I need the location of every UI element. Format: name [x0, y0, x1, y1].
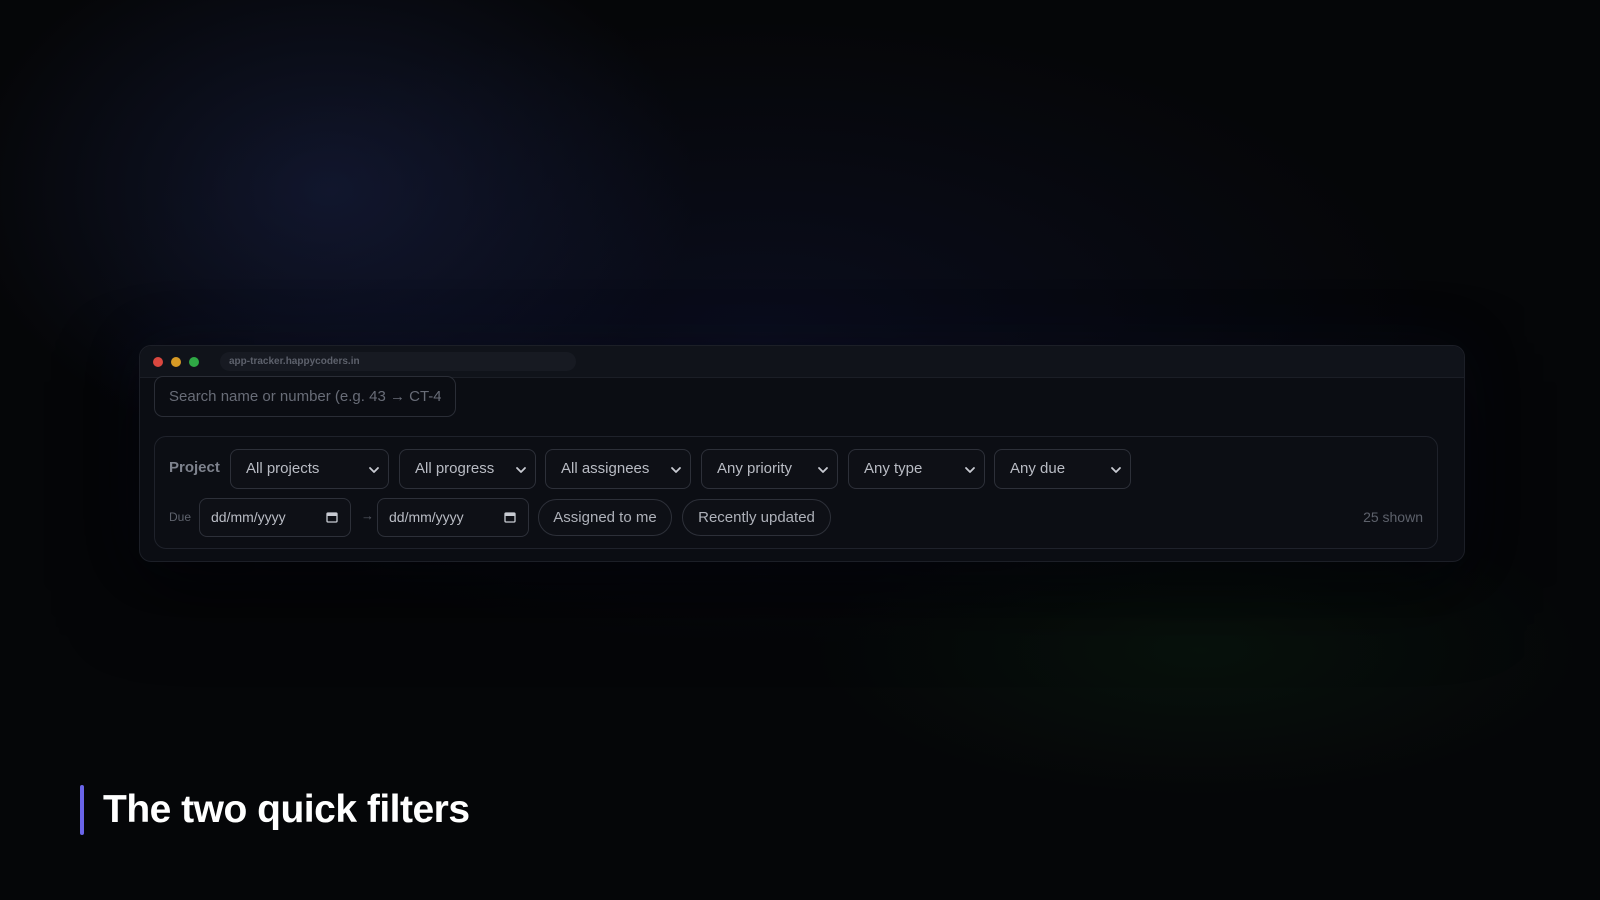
priority-select-value: Any priority: [717, 460, 793, 477]
project-select[interactable]: All projects: [230, 449, 389, 489]
calendar-icon[interactable]: [326, 511, 338, 523]
caption-accent-bar: [80, 785, 84, 835]
priority-select[interactable]: Any priority: [701, 449, 838, 489]
search-input[interactable]: [154, 376, 456, 417]
due-label: Due: [169, 510, 192, 524]
maximize-window-dot[interactable]: [189, 357, 199, 367]
due-to-date-value: dd/mm/yyyy: [389, 509, 464, 525]
project-select-value: All projects: [246, 460, 320, 477]
address-bar[interactable]: app-tracker.happycoders.in: [220, 352, 576, 371]
filter-panel: Project All projects All progress All as…: [154, 436, 1438, 549]
due-select[interactable]: Any due: [994, 449, 1131, 489]
type-select[interactable]: Any type: [848, 449, 985, 489]
date-range-arrow: →: [361, 508, 374, 523]
assignee-select-value: All assignees: [561, 460, 650, 477]
chevron-down-icon: [1111, 467, 1121, 473]
chevron-down-icon: [818, 467, 828, 473]
due-from-date-value: dd/mm/yyyy: [211, 509, 286, 525]
calendar-icon[interactable]: [504, 511, 516, 523]
chevron-down-icon: [965, 467, 975, 473]
type-select-value: Any type: [864, 460, 923, 477]
caption-title: The two quick filters: [103, 788, 470, 831]
due-from-date-input[interactable]: dd/mm/yyyy: [199, 498, 351, 537]
project-label: Project: [169, 459, 220, 476]
assigned-to-me-filter-button[interactable]: Assigned to me: [538, 499, 672, 536]
minimize-window-dot[interactable]: [171, 357, 181, 367]
close-window-dot[interactable]: [153, 357, 163, 367]
video-frame: app-tracker.happycoders.in Project All p…: [0, 0, 1600, 900]
chevron-down-icon: [369, 467, 379, 473]
progress-select-value: All progress: [415, 460, 495, 477]
progress-select[interactable]: All progress: [399, 449, 536, 489]
recently-updated-filter-button[interactable]: Recently updated: [682, 499, 831, 536]
chevron-down-icon: [671, 467, 681, 473]
browser-titlebar: app-tracker.happycoders.in: [140, 346, 1464, 378]
due-to-date-input[interactable]: dd/mm/yyyy: [377, 498, 529, 537]
results-count: 25 shown: [1363, 509, 1423, 525]
chevron-down-icon: [516, 467, 526, 473]
assignee-select[interactable]: All assignees: [545, 449, 691, 489]
browser-window: app-tracker.happycoders.in Project All p…: [139, 345, 1465, 562]
due-select-value: Any due: [1010, 460, 1066, 477]
